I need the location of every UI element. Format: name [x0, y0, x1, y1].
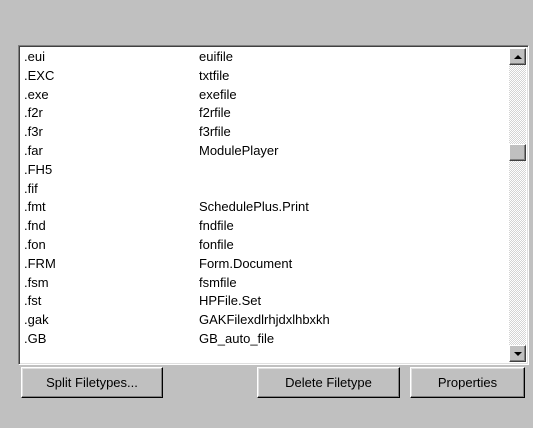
filetype-extension: .gak: [24, 312, 49, 328]
filetype-row[interactable]: .FRM Form.Document: [19, 255, 506, 274]
scroll-up-button[interactable]: [509, 48, 526, 65]
filetype-row[interactable]: .GB GB_auto_file: [19, 330, 506, 349]
filetype-extension: .exe: [24, 86, 49, 102]
filetype-extension: .far: [24, 142, 43, 158]
filetype-extension: .fon: [24, 236, 46, 252]
filetype-name: fonfile: [199, 236, 234, 252]
filetype-extension: .fnd: [24, 218, 46, 234]
filetype-row[interactable]: .eui euifile: [19, 48, 506, 67]
filetype-name: ModulePlayer: [199, 142, 279, 158]
filetype-rows: .eui euifile .EXC txtfile .exe exefile .f2r f2r…: [19, 48, 506, 349]
filetype-name: fndfile: [199, 218, 234, 234]
filetype-name: SchedulePlus.Print: [199, 199, 309, 215]
filetype-name: f3rfile: [199, 124, 231, 140]
filetype-row[interactable]: .f2r f2rfile: [19, 104, 506, 123]
filetype-name: txtfile: [199, 67, 230, 83]
properties-button[interactable]: Properties: [410, 367, 525, 398]
filetype-row[interactable]: .fmt SchedulePlus.Print: [19, 198, 506, 217]
filetype-name: HPFile.Set: [199, 293, 262, 309]
split-filetypes-button[interactable]: Split Filetypes...: [21, 367, 163, 398]
arrow-up-icon: [513, 54, 522, 59]
filetype-extension: .f3r: [24, 124, 43, 140]
arrow-down-icon: [513, 351, 522, 356]
filetype-row[interactable]: .fif: [19, 180, 506, 199]
filetype-name: fsmfile: [199, 274, 237, 290]
filetype-row[interactable]: .fst HPFile.Set: [19, 292, 506, 311]
filetype-extension: .eui: [24, 49, 45, 64]
filetype-extension: .fmt: [24, 199, 46, 215]
filetype-extension: .fif: [24, 180, 38, 196]
scroll-thumb[interactable]: [509, 143, 526, 161]
filetype-row[interactable]: .fon fonfile: [19, 236, 506, 255]
filetype-row[interactable]: .fsm fsmfile: [19, 274, 506, 293]
filetype-row[interactable]: .fnd fndfile: [19, 217, 506, 236]
filetype-extension: .EXC: [24, 67, 55, 83]
filetype-name: exefile: [199, 86, 237, 102]
filetype-extension: .FH5: [24, 161, 53, 177]
filetype-extension: .fsm: [24, 274, 49, 290]
filetype-extension: .fst: [24, 293, 42, 309]
filetype-row[interactable]: .EXC txtfile: [19, 67, 506, 86]
scroll-down-button[interactable]: [509, 345, 526, 362]
filetype-name: GB_auto_file: [199, 330, 275, 346]
filetype-row[interactable]: .f3r f3rfile: [19, 123, 506, 142]
vertical-scrollbar[interactable]: [509, 48, 526, 362]
filetype-extension: .f2r: [24, 105, 43, 121]
filetype-extension: .FRM: [24, 255, 56, 271]
filetype-listbox[interactable]: .eui euifile .EXC txtfile .exe exefile .f2r f2r…: [18, 45, 529, 365]
filetype-extension: .GB: [24, 330, 47, 346]
filetype-name: euifile: [199, 49, 233, 64]
filetype-row[interactable]: .FH5: [19, 161, 506, 180]
filetype-name: GAKFilexdlrhjdxlhbxkh: [199, 312, 330, 328]
filetype-row[interactable]: .far ModulePlayer: [19, 142, 506, 161]
filetype-row[interactable]: .exe exefile: [19, 86, 506, 105]
delete-filetype-button[interactable]: Delete Filetype: [257, 367, 400, 398]
filetype-row[interactable]: .gak GAKFilexdlrhjdxlhbxkh: [19, 311, 506, 330]
filetype-name: Form.Document: [199, 255, 293, 271]
filetype-name: f2rfile: [199, 105, 231, 121]
